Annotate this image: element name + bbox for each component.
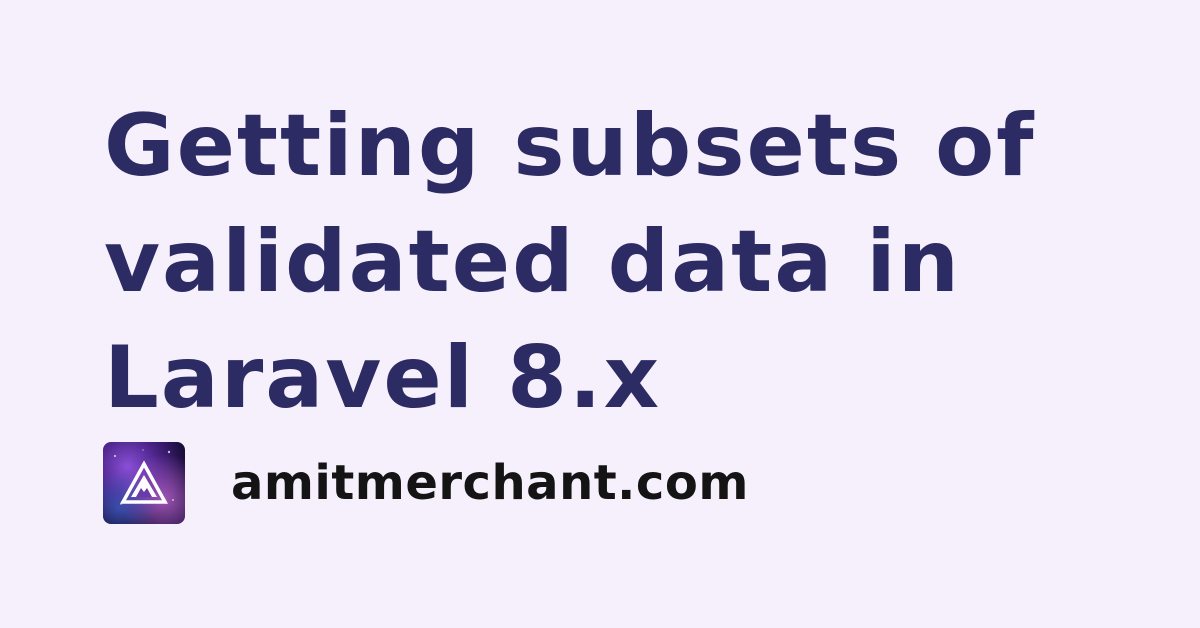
site-name[interactable]: amitmerchant.com [231,455,749,511]
article-title: Getting subsets of validated data in Lar… [104,88,1104,436]
site-logo [103,442,185,524]
brand-row: amitmerchant.com [103,442,749,524]
title-line-1: Getting subsets of [104,96,1036,196]
title-line-2: validated data in [104,212,961,312]
social-card: Getting subsets of validated data in Lar… [0,0,1200,628]
title-line-3: Laravel 8.x [104,328,662,428]
mountain-triangle-icon [103,442,185,524]
